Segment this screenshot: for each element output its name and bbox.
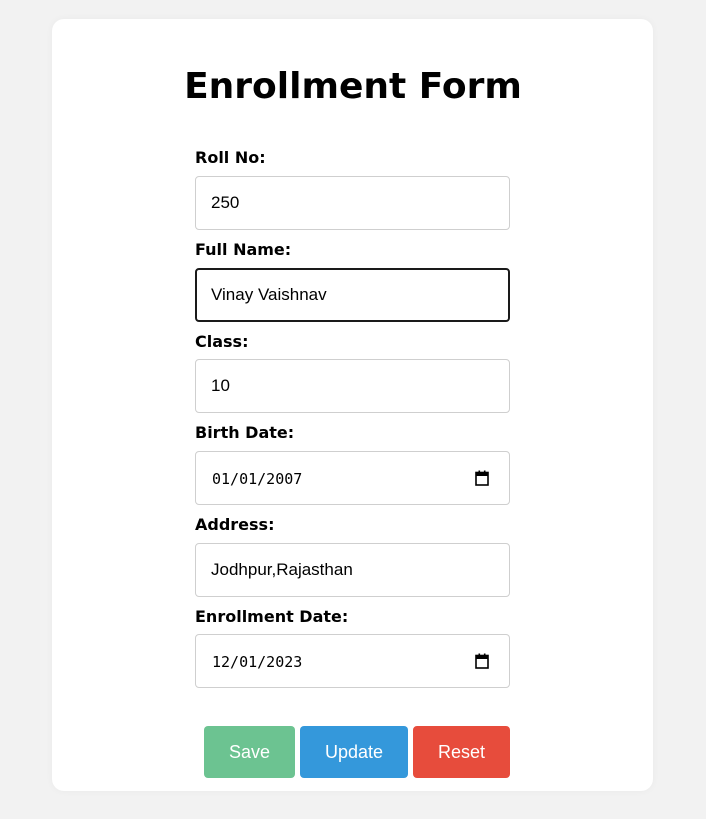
class-label: Class: [195,332,249,351]
save-button[interactable]: Save [204,726,295,778]
reset-button[interactable]: Reset [413,726,510,778]
calendar-icon[interactable] [475,470,489,486]
full-name-label: Full Name: [195,240,292,259]
enrollment-date-label: Enrollment Date: [195,607,349,626]
roll-no-label: Roll No: [195,148,266,167]
full-name-input[interactable] [195,268,510,322]
birth-date-label: Birth Date: [195,423,295,442]
address-label: Address: [195,515,275,534]
enrollment-date-input[interactable]: 12/01/2023 [195,634,510,688]
roll-no-input[interactable] [195,176,510,230]
address-input[interactable] [195,543,510,597]
class-input[interactable] [195,359,510,413]
update-button[interactable]: Update [300,726,408,778]
page-title: Enrollment Form [184,66,522,107]
calendar-icon[interactable] [475,653,489,669]
birth-date-value: 01/01/2007 [212,470,303,488]
enrollment-date-value: 12/01/2023 [212,653,303,671]
birth-date-input[interactable]: 01/01/2007 [195,451,510,505]
